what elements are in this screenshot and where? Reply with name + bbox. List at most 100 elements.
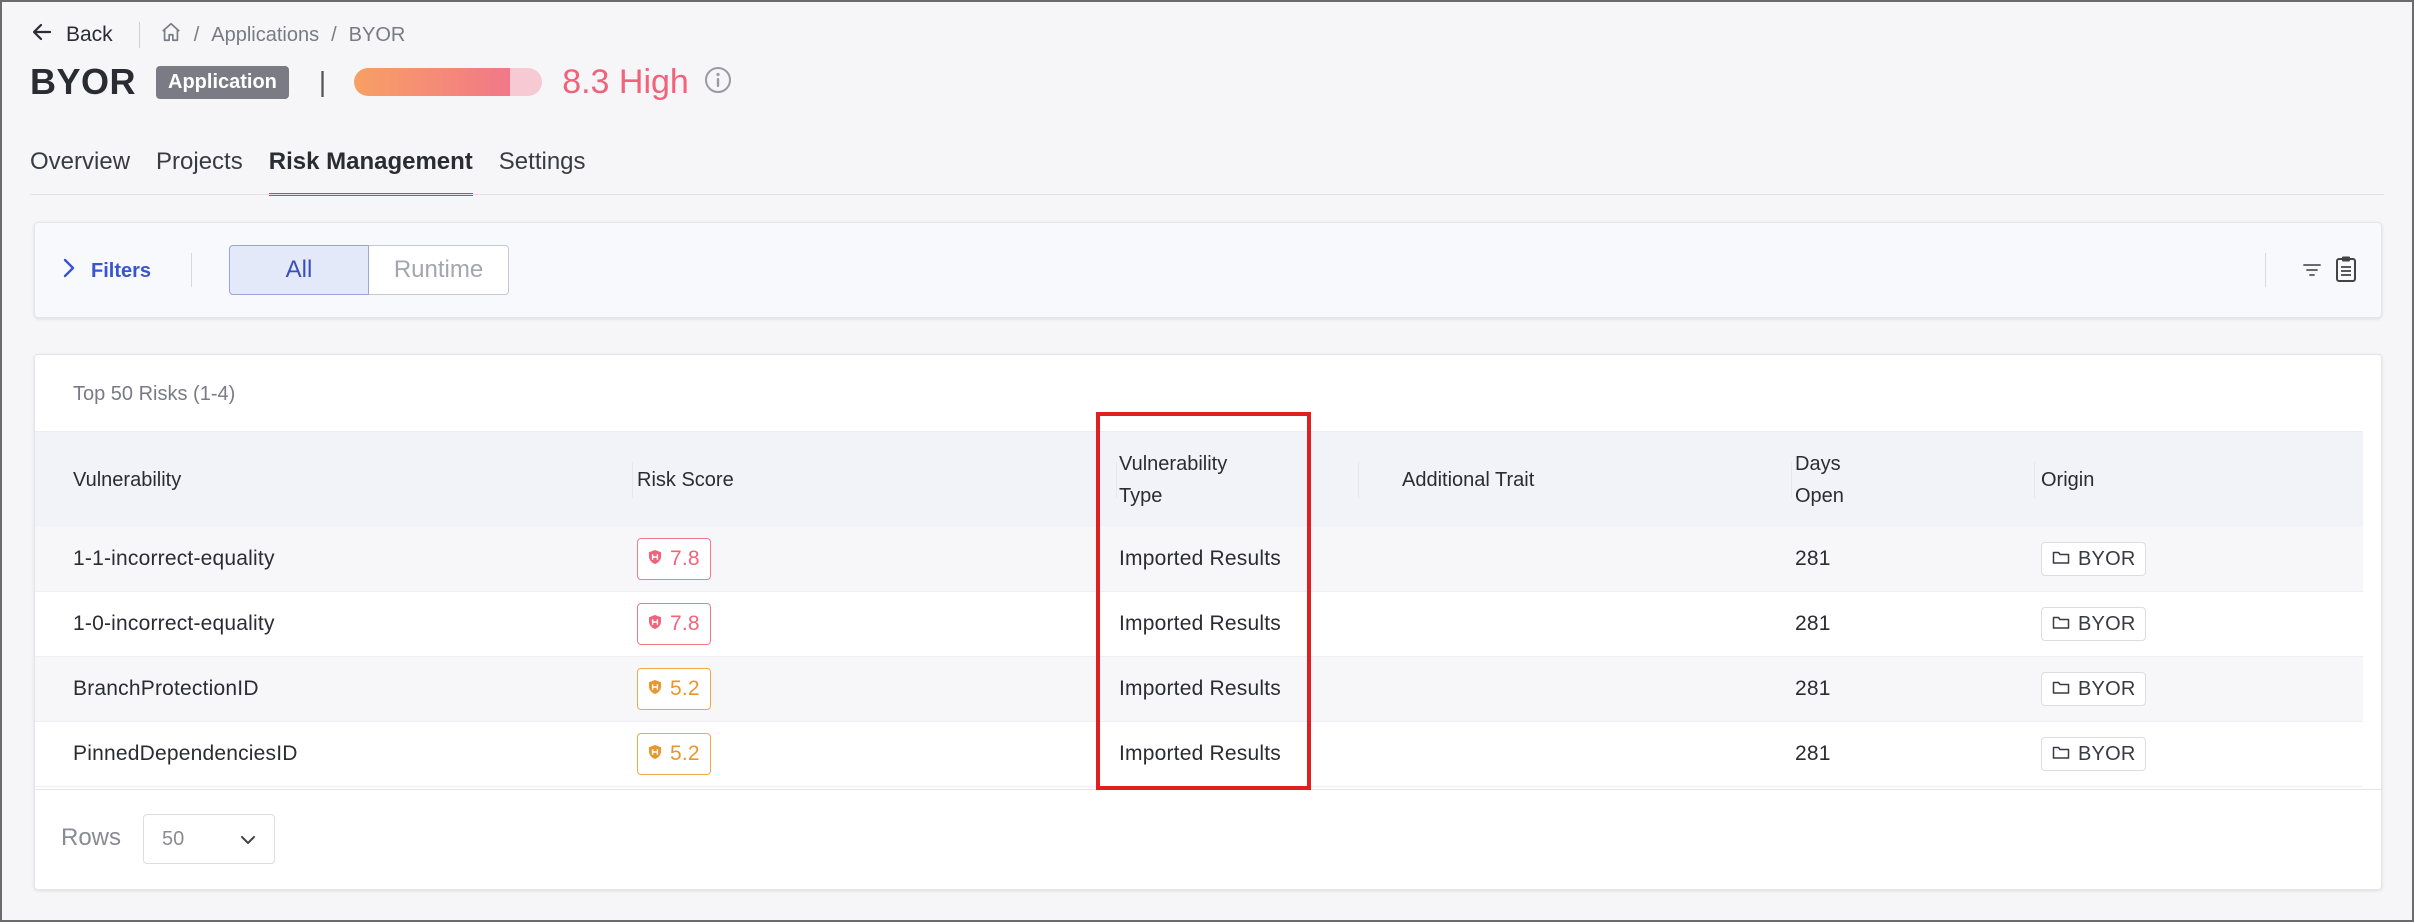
table-footer: Rows 50	[35, 789, 2381, 889]
risk-score-value: 7.8	[670, 612, 700, 635]
column-header-origin[interactable]: Origin	[2041, 432, 2341, 528]
column-label: Additional Trait	[1402, 469, 1535, 491]
divider	[2265, 253, 2266, 287]
cell-vulnerability[interactable]: BranchProtectionID	[73, 657, 259, 721]
table-row[interactable]: PinnedDependenciesID 5.2 Imported Results 2…	[35, 722, 2363, 787]
table-body: 1-1-incorrect-equality 7.8 Imported Result…	[35, 527, 2363, 787]
table-row[interactable]: 1-1-incorrect-equality 7.8 Imported Result…	[35, 527, 2363, 592]
filters-bar: Filters All Runtime	[34, 222, 2382, 318]
rows-per-page-select[interactable]: 50	[143, 814, 275, 864]
table-row[interactable]: 1-0-incorrect-equality 7.8 Imported Result…	[35, 592, 2363, 657]
column-header-additional-trait[interactable]: Additional Trait	[1402, 432, 1792, 528]
column-label: Vulnerability	[73, 469, 182, 491]
risk-score-bar-fill	[354, 68, 511, 96]
type-badge: Application	[156, 65, 289, 99]
page-title: BYOR	[30, 61, 137, 102]
divider	[191, 253, 192, 287]
severity-shield-icon	[648, 612, 662, 636]
tab-bar: Overview Projects Risk Management Settin…	[30, 142, 586, 196]
risks-table: Vulnerability Risk Score Vulnerability T…	[35, 431, 2363, 787]
folder-icon	[2052, 548, 2070, 571]
cell-origin: BYOR	[2041, 657, 2147, 721]
rows-per-page-label: Rows	[61, 824, 122, 851]
cell-risk-score: 7.8	[637, 527, 711, 591]
cell-vulnerability-type: Imported Results	[1119, 742, 1281, 765]
risk-score-badge: 5.2	[637, 733, 711, 775]
folder-icon	[2052, 743, 2070, 766]
chevron-right-icon	[61, 257, 77, 285]
origin-label: BYOR	[2078, 742, 2136, 765]
filters-toggle[interactable]: Filters	[61, 257, 151, 285]
rows-per-page-value: 50	[162, 827, 185, 850]
origin-label: BYOR	[2078, 677, 2136, 700]
risk-score-badge: 7.8	[637, 538, 711, 580]
cell-days-open: 281	[1795, 742, 1831, 765]
column-label: Origin	[2041, 469, 2095, 491]
title-divider: |	[318, 66, 327, 97]
origin-chip[interactable]: BYOR	[2041, 737, 2147, 771]
breadcrumb-separator: /	[193, 23, 200, 46]
table-header: Vulnerability Risk Score Vulnerability T…	[35, 431, 2363, 527]
column-header-risk-score[interactable]: Risk Score	[637, 432, 1117, 528]
risk-score-value: 5.2	[670, 677, 700, 700]
breadcrumb-separator: /	[331, 23, 337, 46]
divider	[138, 22, 140, 48]
origin-chip[interactable]: BYOR	[2041, 607, 2147, 641]
origin-chip[interactable]: BYOR	[2041, 672, 2147, 706]
column-label: Risk Score	[637, 469, 734, 491]
cell-origin: BYOR	[2041, 722, 2147, 786]
origin-label: BYOR	[2078, 547, 2136, 570]
folder-icon	[2052, 678, 2070, 701]
risk-score-text: 8.3 High	[562, 62, 689, 101]
tab-divider	[30, 194, 2384, 195]
arrow-left-icon	[30, 20, 54, 50]
tab-settings[interactable]: Settings	[499, 142, 586, 196]
risk-score-bar	[354, 68, 543, 96]
app-frame: Back / Applications / BYOR BYOR Applicat…	[0, 0, 2414, 922]
cell-vulnerability-type: Imported Results	[1119, 612, 1281, 635]
home-icon[interactable]	[160, 21, 182, 49]
cell-vulnerability-type: Imported Results	[1119, 677, 1281, 700]
breadcrumb-current: BYOR	[348, 23, 406, 46]
cell-vulnerability[interactable]: 1-0-incorrect-equality	[73, 592, 275, 656]
cell-days-open: 281	[1795, 612, 1831, 635]
info-icon[interactable]	[689, 65, 733, 100]
column-header-vulnerability[interactable]: Vulnerability	[73, 432, 633, 528]
risk-score-badge: 5.2	[637, 668, 711, 710]
segment-all[interactable]: All	[229, 245, 369, 295]
table-caption: Top 50 Risks (1-4)	[73, 383, 236, 405]
cell-days-open: 281	[1795, 547, 1831, 570]
breadcrumb: / Applications / BYOR	[160, 21, 406, 49]
column-header-vulnerability-type[interactable]: Vulnerability Type	[1119, 432, 1359, 528]
scope-segmented-control: All Runtime	[229, 245, 509, 295]
severity-shield-icon	[648, 547, 662, 571]
column-header-days-open[interactable]: Days Open	[1795, 432, 2035, 528]
back-button[interactable]: Back	[30, 20, 113, 50]
origin-chip[interactable]: BYOR	[2041, 542, 2147, 576]
cell-vulnerability[interactable]: PinnedDependenciesID	[73, 722, 298, 786]
column-label: Days Open	[1795, 453, 1844, 507]
severity-shield-icon	[648, 742, 662, 766]
cell-days-open: 281	[1795, 677, 1831, 700]
risks-table-card: Top 50 Risks (1-4) Vulnerability Risk Sc…	[34, 354, 2382, 890]
risk-score-value: 5.2	[670, 742, 700, 765]
origin-label: BYOR	[2078, 612, 2136, 635]
cell-origin: BYOR	[2041, 592, 2147, 656]
chevron-down-icon	[240, 828, 256, 851]
segment-runtime[interactable]: Runtime	[369, 245, 509, 295]
breadcrumb-applications[interactable]: Applications	[211, 24, 319, 47]
table-row[interactable]: BranchProtectionID 5.2 Imported Results 281…	[35, 657, 2363, 722]
risk-score-badge: 7.8	[637, 603, 711, 645]
tab-projects[interactable]: Projects	[156, 142, 243, 196]
severity-shield-icon	[648, 677, 662, 701]
tab-risk-management[interactable]: Risk Management	[268, 142, 473, 196]
cell-vulnerability[interactable]: 1-1-incorrect-equality	[73, 527, 275, 591]
cell-vulnerability-type: Imported Results	[1119, 547, 1281, 570]
column-label: Vulnerability Type	[1119, 453, 1228, 507]
cell-origin: BYOR	[2041, 527, 2147, 591]
risk-score-value: 7.8	[670, 547, 700, 570]
cell-risk-score: 5.2	[637, 722, 711, 786]
cell-risk-score: 7.8	[637, 592, 711, 656]
back-label: Back	[66, 23, 113, 46]
tab-overview[interactable]: Overview	[30, 142, 130, 196]
